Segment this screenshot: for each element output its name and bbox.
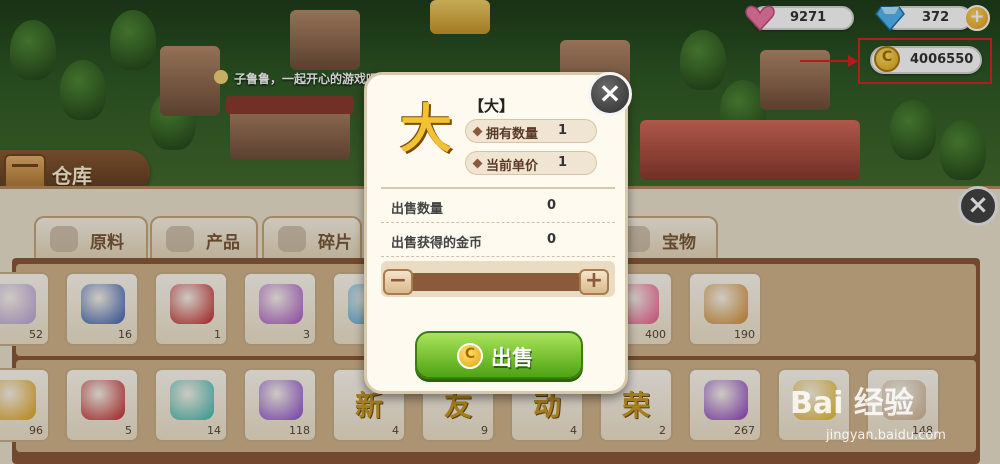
sell-button[interactable]: 出售 [415, 331, 583, 379]
bullet-icon [472, 126, 483, 137]
sell-button-label: 出售 [491, 346, 533, 370]
item-name: 【大】 [469, 97, 515, 115]
owned-value: 1 [558, 123, 568, 138]
gold-earned-value: 0 [547, 232, 557, 247]
bullet-icon [472, 158, 483, 169]
owned-label: 拥有数量 [486, 127, 539, 142]
gold-earned-row: 出售获得的金币 0 [381, 223, 615, 257]
sell-quantity-row: 出售数量 0 [381, 189, 615, 223]
baidu-watermark: Bai 经验 [790, 386, 914, 421]
increase-button[interactable]: + [579, 269, 609, 295]
dialog-header: 大 【大】 拥有数量 1 当前单价 1 [381, 89, 617, 185]
quantity-slider[interactable] [399, 273, 599, 291]
watermark-url: jingyan.baidu.com [826, 428, 946, 443]
unit-price-pill: 当前单价 1 [465, 151, 597, 175]
owned-quantity-pill: 拥有数量 1 [465, 119, 597, 143]
gold-coin-icon [457, 343, 483, 369]
sell-dialog: 大 【大】 拥有数量 1 当前单价 1 出售数量 0 出售获得的金币 0 − +… [364, 72, 628, 394]
price-label: 当前单价 [486, 159, 539, 174]
item-preview-icon: 大 [399, 100, 452, 160]
sell-quantity-label: 出售数量 [391, 202, 444, 217]
sell-quantity-value: 0 [547, 198, 557, 213]
decrease-button[interactable]: − [383, 269, 413, 295]
dialog-close-button[interactable]: × [588, 72, 632, 116]
price-value: 1 [558, 155, 568, 170]
gold-earned-label: 出售获得的金币 [391, 236, 483, 251]
